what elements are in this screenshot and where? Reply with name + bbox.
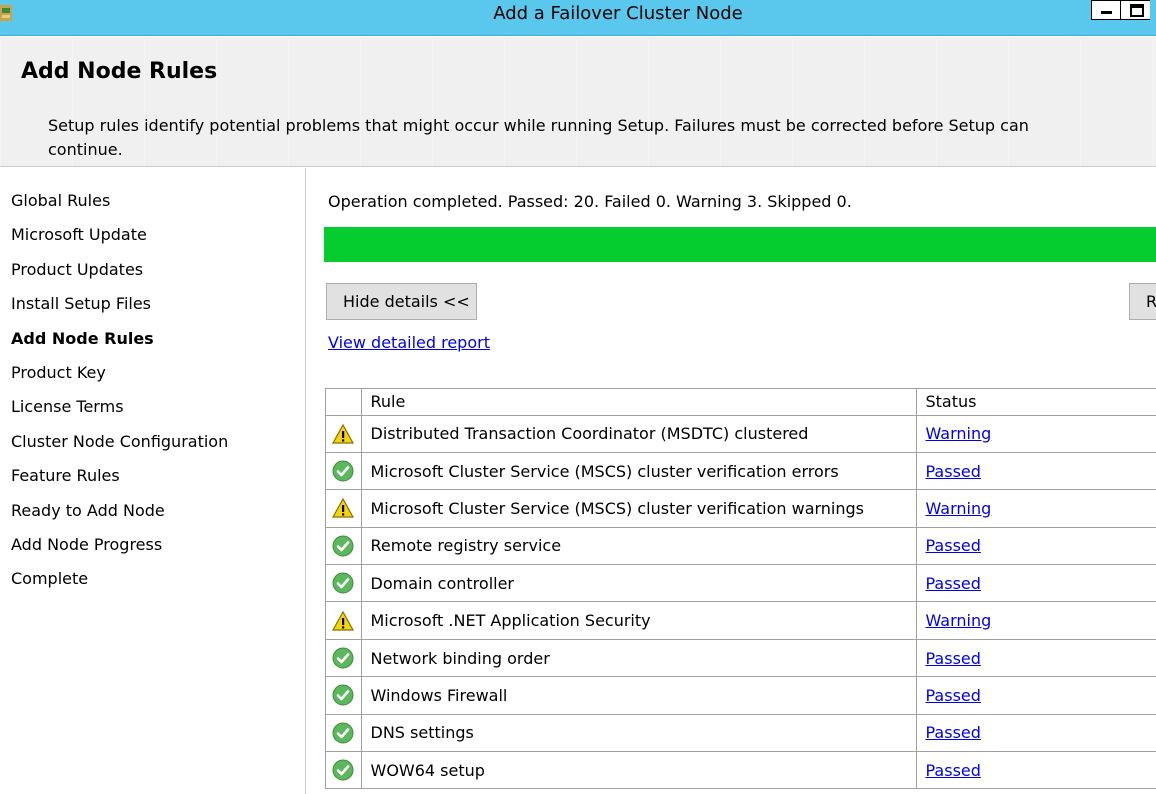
- column-header-rule[interactable]: Rule: [361, 389, 917, 416]
- status-cell: Passed: [916, 564, 1156, 603]
- page-title: Add Node Rules: [21, 59, 218, 84]
- status-link[interactable]: Warning: [926, 611, 992, 630]
- nav-item-cluster-node-configuration[interactable]: Cluster Node Configuration: [11, 432, 228, 451]
- status-cell: Passed: [916, 452, 1156, 491]
- table-row[interactable]: DNS settings Passed: [326, 714, 1156, 753]
- status-cell: Passed: [916, 639, 1156, 678]
- status-cell: Warning: [916, 415, 1156, 453]
- status-link[interactable]: Passed: [926, 761, 981, 780]
- rule-name: Windows Firewall: [361, 676, 917, 715]
- status-icon-cell: [326, 452, 362, 491]
- check-icon: [332, 759, 354, 781]
- rerun-button[interactable]: R: [1129, 283, 1156, 320]
- table-row[interactable]: Network binding order Passed: [326, 639, 1156, 678]
- status-cell: Passed: [916, 676, 1156, 715]
- rule-name: Microsoft Cluster Service (MSCS) cluster…: [361, 489, 917, 528]
- status-link[interactable]: Passed: [926, 536, 981, 555]
- rule-name: Remote registry service: [361, 527, 917, 566]
- status-icon-cell: [326, 564, 362, 603]
- rule-name: Microsoft Cluster Service (MSCS) cluster…: [361, 452, 917, 491]
- page-header: Add Node Rules Setup rules identify pote…: [0, 37, 1156, 167]
- maximize-button[interactable]: [1120, 0, 1150, 20]
- rule-name: Microsoft .NET Application Security: [361, 601, 917, 640]
- status-icon-cell: [326, 714, 362, 753]
- status-link[interactable]: Warning: [926, 424, 992, 443]
- nav-item-global-rules[interactable]: Global Rules: [11, 191, 110, 210]
- status-icon-cell: [326, 527, 362, 566]
- wizard-step-nav: Global Rules Microsoft Update Product Up…: [0, 168, 306, 794]
- minimize-button[interactable]: [1091, 0, 1121, 20]
- table-row[interactable]: Domain controller Passed: [326, 564, 1156, 603]
- status-cell: Passed: [916, 527, 1156, 566]
- column-header-icon[interactable]: [326, 389, 362, 416]
- nav-item-feature-rules[interactable]: Feature Rules: [11, 466, 120, 485]
- rule-name: WOW64 setup: [361, 751, 917, 790]
- title-bar: Add a Failover Cluster Node: [0, 0, 1156, 36]
- status-icon-cell: [326, 639, 362, 678]
- rule-name: Distributed Transaction Coordinator (MSD…: [361, 415, 917, 453]
- window-title: Add a Failover Cluster Node: [493, 3, 743, 24]
- status-link[interactable]: Passed: [926, 462, 981, 481]
- warning-icon: [332, 423, 354, 444]
- page-description: Setup rules identify potential problems …: [48, 116, 1029, 159]
- check-icon: [332, 535, 354, 557]
- nav-item-product-key[interactable]: Product Key: [11, 363, 106, 382]
- nav-item-add-node-progress[interactable]: Add Node Progress: [11, 535, 162, 554]
- status-icon-cell: [326, 415, 362, 453]
- view-detailed-report-link[interactable]: View detailed report: [328, 333, 490, 352]
- table-row[interactable]: Microsoft Cluster Service (MSCS) cluster…: [326, 452, 1156, 491]
- rule-name: DNS settings: [361, 714, 917, 753]
- status-cell: Passed: [916, 714, 1156, 753]
- warning-icon: [332, 610, 354, 631]
- check-icon: [332, 684, 354, 706]
- warning-icon: [332, 498, 354, 519]
- table-row[interactable]: Microsoft .NET Application Security Warni…: [326, 601, 1156, 640]
- status-cell: Warning: [916, 489, 1156, 528]
- progress-bar: [324, 227, 1156, 262]
- check-icon: [332, 647, 354, 669]
- nav-item-add-node-rules[interactable]: Add Node Rules: [11, 329, 154, 348]
- status-link[interactable]: Passed: [926, 574, 981, 593]
- check-icon: [332, 722, 354, 744]
- progress-bar-fill: [324, 227, 1156, 262]
- rule-name: Network binding order: [361, 639, 917, 678]
- maximize-icon: [1130, 4, 1144, 17]
- table-header-row: Rule Status: [326, 389, 1156, 416]
- status-icon-cell: [326, 601, 362, 640]
- status-link[interactable]: Passed: [926, 686, 981, 705]
- rule-name: Domain controller: [361, 564, 917, 603]
- status-link[interactable]: Passed: [926, 649, 981, 668]
- table-row[interactable]: Windows Firewall Passed: [326, 676, 1156, 715]
- status-cell: Passed: [916, 751, 1156, 790]
- nav-item-ready-to-add-node[interactable]: Ready to Add Node: [11, 501, 165, 520]
- check-icon: [332, 460, 354, 482]
- nav-item-microsoft-update[interactable]: Microsoft Update: [11, 225, 147, 244]
- status-cell: Warning: [916, 601, 1156, 640]
- status-icon-cell: [326, 676, 362, 715]
- column-header-status[interactable]: Status: [916, 389, 1156, 416]
- rules-table: Rule Status Distributed Transaction Coor…: [325, 388, 1156, 790]
- table-row[interactable]: WOW64 setup Passed: [326, 751, 1156, 790]
- minimize-icon: [1101, 11, 1112, 14]
- check-icon: [332, 572, 354, 594]
- nav-item-complete[interactable]: Complete: [11, 569, 88, 588]
- nav-item-license-terms[interactable]: License Terms: [11, 397, 124, 416]
- table-row[interactable]: Microsoft Cluster Service (MSCS) cluster…: [326, 489, 1156, 528]
- status-icon-cell: [326, 489, 362, 528]
- main-panel: Operation completed. Passed: 20. Failed …: [307, 168, 1156, 794]
- nav-item-product-updates[interactable]: Product Updates: [11, 260, 143, 279]
- table-row[interactable]: Remote registry service Passed: [326, 527, 1156, 566]
- status-link[interactable]: Passed: [926, 723, 981, 742]
- operation-status-text: Operation completed. Passed: 20. Failed …: [328, 192, 852, 211]
- status-icon-cell: [326, 751, 362, 790]
- hide-details-button[interactable]: Hide details <<: [326, 283, 477, 320]
- status-link[interactable]: Warning: [926, 499, 992, 518]
- nav-item-install-setup-files[interactable]: Install Setup Files: [11, 294, 151, 313]
- table-row[interactable]: Distributed Transaction Coordinator (MSD…: [326, 415, 1156, 453]
